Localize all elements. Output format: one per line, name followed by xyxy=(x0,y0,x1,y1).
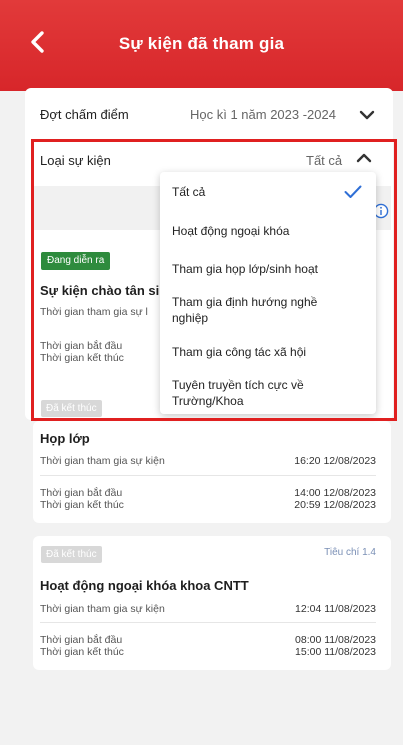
period-select[interactable]: Học kì 1 năm 2023 -2024 xyxy=(190,107,336,122)
end-time-value: 15:00 11/08/2023 xyxy=(295,646,376,658)
join-time-value: 12:04 11/08/2023 xyxy=(295,603,376,615)
check-icon xyxy=(344,185,362,198)
join-time-value: 16:20 12/08/2023 xyxy=(294,455,376,467)
status-badge: Đang diễn ra xyxy=(41,252,111,270)
dropdown-option-promotion[interactable]: Tuyên truyền tích cực về Trường/Khoa xyxy=(172,377,340,409)
event-type-select[interactable]: Tất cả xyxy=(306,153,342,168)
start-time-value: 14:00 12/08/2023 xyxy=(294,487,376,499)
event-title[interactable]: Hoạt động ngoại khóa khoa CNTT xyxy=(40,578,249,593)
dropdown-option-career-orientation[interactable]: Tham gia định hướng nghề nghiệp xyxy=(172,294,348,326)
start-time-label: Thời gian bắt đầu xyxy=(40,487,123,499)
end-time-label: Thời gian kết thúc xyxy=(40,499,124,511)
end-time-value: 20:59 12/08/2023 xyxy=(294,499,376,511)
event-type-dropdown: Tất cả Hoạt động ngoại khóa Tham gia họp… xyxy=(160,172,376,414)
join-time-label: Thời gian tham gia sự kiện xyxy=(40,603,165,615)
divider xyxy=(40,475,376,476)
event-title[interactable]: Họp lớp xyxy=(40,431,90,446)
event-type-label: Loại sự kiện xyxy=(40,153,111,168)
dropdown-option-extracurricular[interactable]: Hoạt động ngoại khóa xyxy=(172,223,344,239)
page-title: Sự kiện đã tham gia xyxy=(118,34,285,53)
app-header: Sự kiện đã tham gia xyxy=(0,0,403,91)
dropdown-option-social-work[interactable]: Tham gia công tác xã hội xyxy=(172,344,344,360)
period-label: Đợt chấm điểm xyxy=(40,107,129,122)
join-time-label: Thời gian tham gia sự l xyxy=(40,306,148,318)
join-time-label: Thời gian tham gia sự kiện xyxy=(40,455,165,467)
start-time-value: 08:00 11/08/2023 xyxy=(295,634,376,646)
dropdown-option-all[interactable]: Tất cả xyxy=(172,184,344,200)
end-time-label: Thời gian kết thúc xyxy=(40,646,124,658)
dropdown-option-class-meeting[interactable]: Tham gia họp lớp/sinh hoạt xyxy=(172,261,344,277)
status-badge: Đã kết thúc xyxy=(41,400,102,417)
chevron-down-icon[interactable] xyxy=(359,110,375,120)
criteria-label: Tiêu chí 1.4 xyxy=(324,547,376,558)
start-time-label: Thời gian bắt đầu xyxy=(40,634,123,646)
status-badge: Đã kết thúc xyxy=(41,546,102,563)
start-time-label: Thời gian bắt đầu xyxy=(40,340,123,352)
divider xyxy=(40,622,376,623)
event-title[interactable]: Sự kiện chào tân si xyxy=(40,283,159,298)
end-time-label: Thời gian kết thúc xyxy=(40,352,124,364)
chevron-up-icon[interactable] xyxy=(356,153,372,163)
